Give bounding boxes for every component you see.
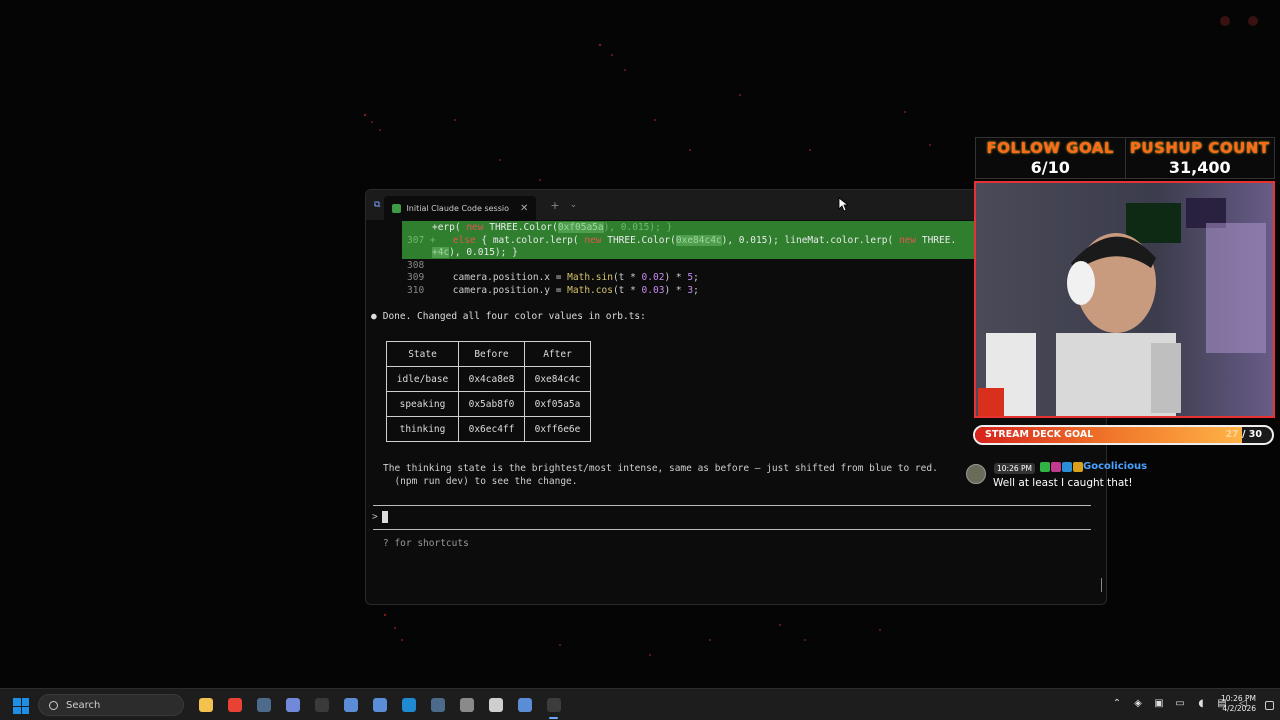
- chat-message-text: Well at least I caught that!: [993, 477, 1133, 489]
- follow-goal-title: FOLLOW GOAL: [986, 139, 1114, 157]
- mic-icon: [1220, 16, 1230, 26]
- code-line-308: 308: [407, 260, 425, 271]
- clock-time: 10:26 PM: [1221, 694, 1256, 703]
- code-line-310: 310 camera.position.y = Math.cos(t * 0.0…: [407, 285, 699, 296]
- table-cell: 0xff6e6e: [524, 416, 591, 442]
- top-corner-icons: [1220, 16, 1258, 26]
- done-text: Done. Changed all four color values in o…: [382, 311, 646, 322]
- clock-date: 4/2/2026: [1222, 704, 1256, 713]
- chat-timestamp: 10:26 PM: [994, 463, 1035, 474]
- taskbar-search[interactable]: Search: [38, 694, 184, 716]
- table-row: speaking 0x5ab8f0 0xf05a5a: [386, 391, 591, 417]
- pushup-count-title: PUSHUP COUNT: [1129, 139, 1270, 157]
- table-cell: 0x5ab8f0: [458, 391, 525, 417]
- pushup-count-value: 31,400: [1168, 158, 1231, 177]
- mail-icon[interactable]: [481, 694, 510, 716]
- search-icon: [49, 700, 58, 710]
- table-header: Before: [458, 341, 525, 367]
- prompt-bottom-divider: [373, 529, 1091, 530]
- tray-app-icon[interactable]: ◈: [1131, 698, 1145, 709]
- app-diamond-icon[interactable]: [336, 694, 365, 716]
- chrome-icon[interactable]: [220, 694, 249, 716]
- steam-2-icon[interactable]: [423, 694, 452, 716]
- app-diamond-3-icon[interactable]: [510, 694, 539, 716]
- search-placeholder: Search: [66, 699, 101, 711]
- table-row: idle/base 0x4ca8e8 0xe84c4c: [386, 366, 591, 392]
- stream-deck-goal-count: 27 / 30: [1225, 429, 1262, 440]
- table-cell: 0xe84c4c: [524, 366, 591, 392]
- table-row: thinking 0x6ec4ff 0xff6e6e: [386, 416, 591, 442]
- battery-icon[interactable]: ▭: [1173, 698, 1187, 709]
- taskbar: Search ⌃ ◈ ▣ ▭ ◖ ▤ ◁ 10:26 PM 4/2/2026: [0, 688, 1280, 720]
- table-header: After: [524, 341, 591, 367]
- table-header: State: [386, 341, 459, 367]
- start-button[interactable]: [13, 698, 29, 714]
- chat-avatar: [966, 464, 986, 484]
- shortcuts-hint: ? for shortcuts: [383, 538, 469, 549]
- stream-goals-panel: FOLLOW GOAL 6/10 PUSHUP COUNT 31,400: [975, 137, 1275, 179]
- tray-sync-icon[interactable]: ▣: [1152, 698, 1166, 709]
- tab-dropdown-button[interactable]: ⌄: [570, 200, 578, 210]
- summary-line-2: (npm run dev) to see the change.: [394, 476, 578, 487]
- terminal-icon[interactable]: [539, 694, 568, 719]
- new-tab-button[interactable]: +: [550, 199, 559, 212]
- mouse-pointer-icon: [838, 197, 848, 212]
- app-diamond-2-icon[interactable]: [365, 694, 394, 716]
- scrollbar-thumb[interactable]: [1101, 578, 1102, 592]
- diff-line: +erp( new THREE.Color(0xf05a5a), 0.015);…: [432, 222, 673, 233]
- tab-close-button[interactable]: ✕: [520, 203, 528, 214]
- follow-goal: FOLLOW GOAL 6/10: [976, 138, 1126, 178]
- prompt-top-divider: [373, 505, 1091, 506]
- chat-badges: [1040, 462, 1083, 472]
- more-icon: [1248, 16, 1258, 26]
- file-explorer-icon[interactable]: [191, 694, 220, 716]
- store-icon[interactable]: [452, 694, 481, 716]
- chat-username: Gocolicious: [1083, 461, 1148, 472]
- table-cell: 0x4ca8e8: [458, 366, 525, 392]
- done-message: ● Done. Changed all four color values in …: [371, 311, 646, 322]
- microphone-icon[interactable]: ◖: [1194, 698, 1208, 709]
- color-change-table: State Before After idle/base 0x4ca8e8 0xe8…: [386, 341, 591, 442]
- stream-deck-goal-label: STREAM DECK GOAL: [985, 429, 1094, 440]
- table-cell: speaking: [386, 391, 459, 417]
- notification-icon[interactable]: [1265, 701, 1274, 710]
- text-cursor: [381, 511, 388, 523]
- code-line-309: 309 camera.position.x = Math.sin(t * 0.0…: [407, 272, 699, 283]
- follow-goal-value: 6/10: [1030, 158, 1070, 177]
- pushup-count: PUSHUP COUNT 31,400: [1126, 138, 1275, 178]
- webcam-feed: [974, 181, 1275, 418]
- done-bullet: ●: [371, 311, 377, 322]
- discord-icon[interactable]: [278, 694, 307, 716]
- tray-overflow-icon[interactable]: ⌃: [1110, 698, 1124, 709]
- diff-line: 307 + else { mat.color.lerp( new THREE.C…: [407, 235, 957, 246]
- vscode-icon[interactable]: [394, 694, 423, 716]
- table-cell: 0xf05a5a: [524, 391, 591, 417]
- table-cell: idle/base: [386, 366, 459, 392]
- taskbar-clock[interactable]: 10:26 PM 4/2/2026: [1221, 694, 1256, 714]
- powershell-icon: ⧉: [374, 200, 381, 210]
- tab-app-icon: [392, 203, 402, 213]
- summary-line-1: The thinking state is the brightest/most…: [383, 463, 938, 474]
- tab-title: Initial Claude Code sessio: [406, 203, 510, 213]
- tab-claude-session[interactable]: Initial Claude Code sessio ✕: [384, 196, 537, 220]
- table-cell: 0x6ec4ff: [458, 416, 525, 442]
- diff-line: +4c), 0.015); }: [432, 247, 518, 258]
- prompt-input[interactable]: >: [372, 511, 388, 523]
- table-cell: thinking: [386, 416, 459, 442]
- table-header-row: State Before After: [386, 341, 591, 367]
- summary-text: The thinking state is the brightest/most…: [383, 462, 938, 488]
- taskbar-apps: [191, 694, 568, 719]
- stream-deck-goal-bar: STREAM DECK GOAL 27 / 30: [973, 425, 1274, 445]
- steam-icon[interactable]: [249, 694, 278, 716]
- prompt-symbol: >: [372, 511, 378, 523]
- obs-icon[interactable]: [307, 694, 336, 716]
